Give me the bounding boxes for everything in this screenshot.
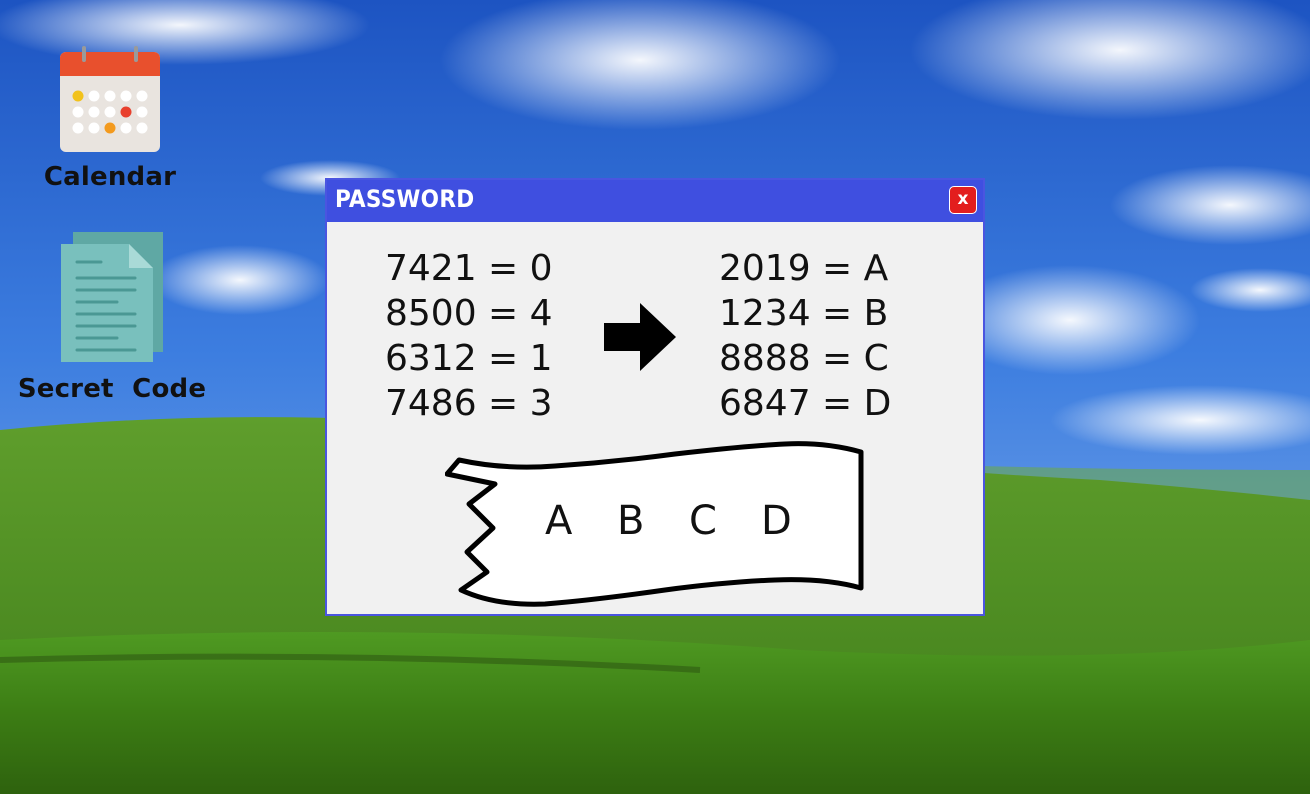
title-bar[interactable]: PASSWORD x: [327, 180, 983, 222]
password-dialog: PASSWORD x 7421 = 0 8500 = 4 6312 = 1 74…: [325, 178, 985, 616]
clue-line: 7421 = 0: [385, 248, 553, 289]
code-letter: B: [617, 498, 645, 544]
desktop-icon-secret-code[interactable]: Secret Code: [12, 230, 212, 404]
clues-right: 2019 = A 1234 = B 8888 = C 6847 = D: [719, 246, 891, 426]
dialog-title: PASSWORD: [335, 185, 475, 213]
clue-line: 8888 = C: [719, 338, 889, 379]
clue-line: 7486 = 3: [385, 383, 553, 424]
desktop-icon-calendar[interactable]: Calendar: [30, 44, 190, 192]
desktop-icon-label: Calendar: [43, 162, 177, 192]
document-icon: [61, 232, 163, 362]
code-letter: A: [545, 498, 573, 544]
desktop-icon-label: Secret Code: [17, 374, 207, 404]
clue-line: 1234 = B: [719, 293, 889, 334]
clue-line: 6312 = 1: [385, 338, 553, 379]
code-letter: C: [689, 498, 717, 544]
close-button[interactable]: x: [949, 186, 977, 214]
clue-line: 2019 = A: [719, 248, 889, 289]
calendar-icon: [60, 46, 160, 152]
clues-left: 7421 = 0 8500 = 4 6312 = 1 7486 = 3: [385, 246, 553, 426]
arrow-right-icon: [604, 303, 676, 371]
clue-line: 8500 = 4: [385, 293, 553, 334]
code-letter: D: [761, 498, 792, 544]
code-letters: A B C D: [545, 498, 833, 544]
clue-line: 6847 = D: [719, 383, 892, 424]
